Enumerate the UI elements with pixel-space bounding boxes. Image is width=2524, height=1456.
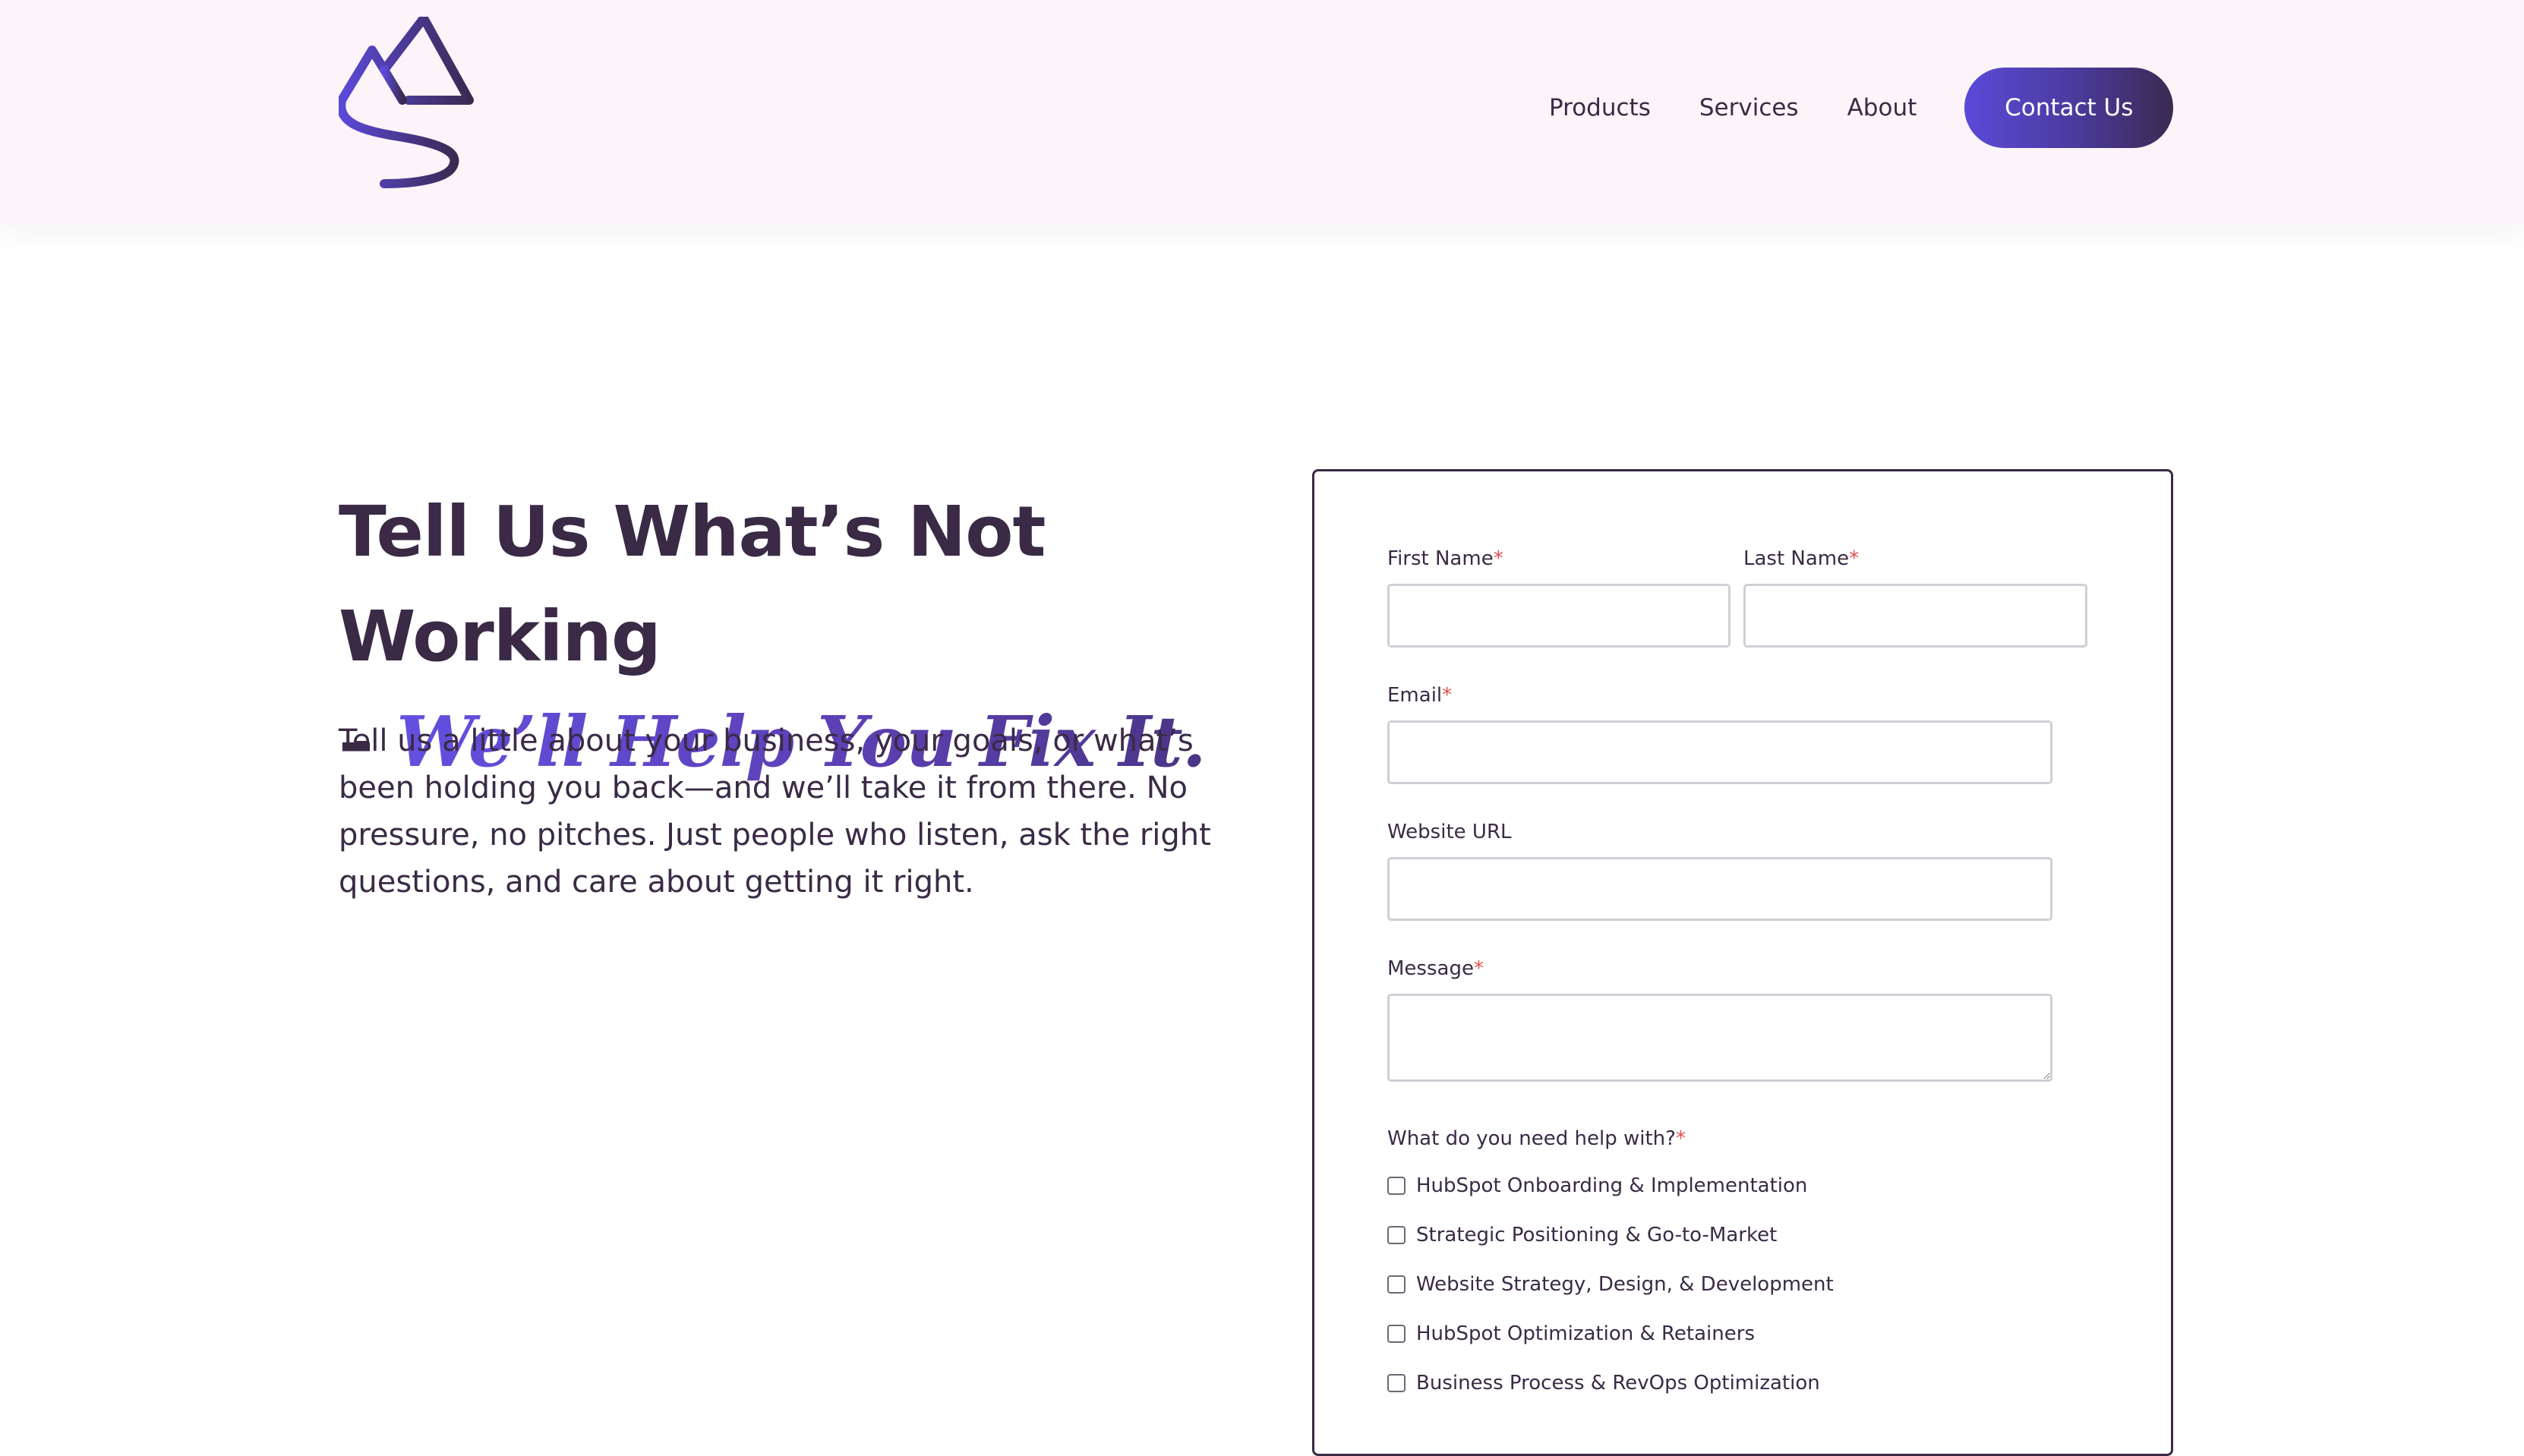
website-url-label: Website URL: [1387, 821, 1512, 843]
option-label: Website Strategy, Design, & Development: [1416, 1273, 1834, 1296]
option-hubspot-optimization[interactable]: HubSpot Optimization & Retainers: [1387, 1322, 1755, 1345]
site-header: Products Services About Contact Us: [0, 0, 2524, 223]
nav-products[interactable]: Products: [1549, 94, 1651, 121]
message-textarea[interactable]: [1387, 994, 2052, 1082]
option-website-strategy[interactable]: Website Strategy, Design, & Development: [1387, 1273, 1834, 1296]
last-name-input[interactable]: [1743, 584, 2087, 648]
checkbox[interactable]: [1387, 1325, 1406, 1343]
message-label: Message*: [1387, 957, 1484, 980]
checkbox[interactable]: [1387, 1226, 1406, 1244]
hero-title-line1: Tell Us What’s Not Working: [339, 491, 1046, 677]
first-name-input[interactable]: [1387, 584, 1731, 648]
contact-us-button[interactable]: Contact Us: [1964, 68, 2174, 148]
option-hubspot-onboarding[interactable]: HubSpot Onboarding & Implementation: [1387, 1174, 1807, 1197]
first-name-label: First Name*: [1387, 547, 1503, 570]
contact-form: First Name* Last Name* Email* Website UR…: [1312, 469, 2173, 1456]
nav-about[interactable]: About: [1847, 94, 1917, 121]
hero-description: Tell us a little about your business, yo…: [339, 723, 1211, 900]
checkbox[interactable]: [1387, 1374, 1406, 1392]
option-label: Business Process & RevOps Optimization: [1416, 1372, 1820, 1395]
nav-services[interactable]: Services: [1699, 94, 1799, 121]
option-strategic-positioning[interactable]: Strategic Positioning & Go-to-Market: [1387, 1224, 1777, 1246]
email-input[interactable]: [1387, 720, 2052, 784]
checkbox[interactable]: [1387, 1275, 1406, 1294]
option-label: HubSpot Onboarding & Implementation: [1416, 1174, 1808, 1197]
option-label: HubSpot Optimization & Retainers: [1416, 1322, 1755, 1345]
last-name-label: Last Name*: [1743, 547, 1860, 570]
help-with-label: What do you need help with?*: [1387, 1127, 1686, 1150]
option-business-process[interactable]: Business Process & RevOps Optimization: [1387, 1372, 1820, 1395]
mountain-s-logo-icon[interactable]: [339, 17, 475, 191]
checkbox[interactable]: [1387, 1177, 1406, 1195]
main-nav: Products Services About Contact Us: [1549, 68, 2174, 148]
option-label: Strategic Positioning & Go-to-Market: [1416, 1224, 1778, 1246]
website-url-input[interactable]: [1387, 857, 2052, 921]
email-label: Email*: [1387, 684, 1453, 707]
